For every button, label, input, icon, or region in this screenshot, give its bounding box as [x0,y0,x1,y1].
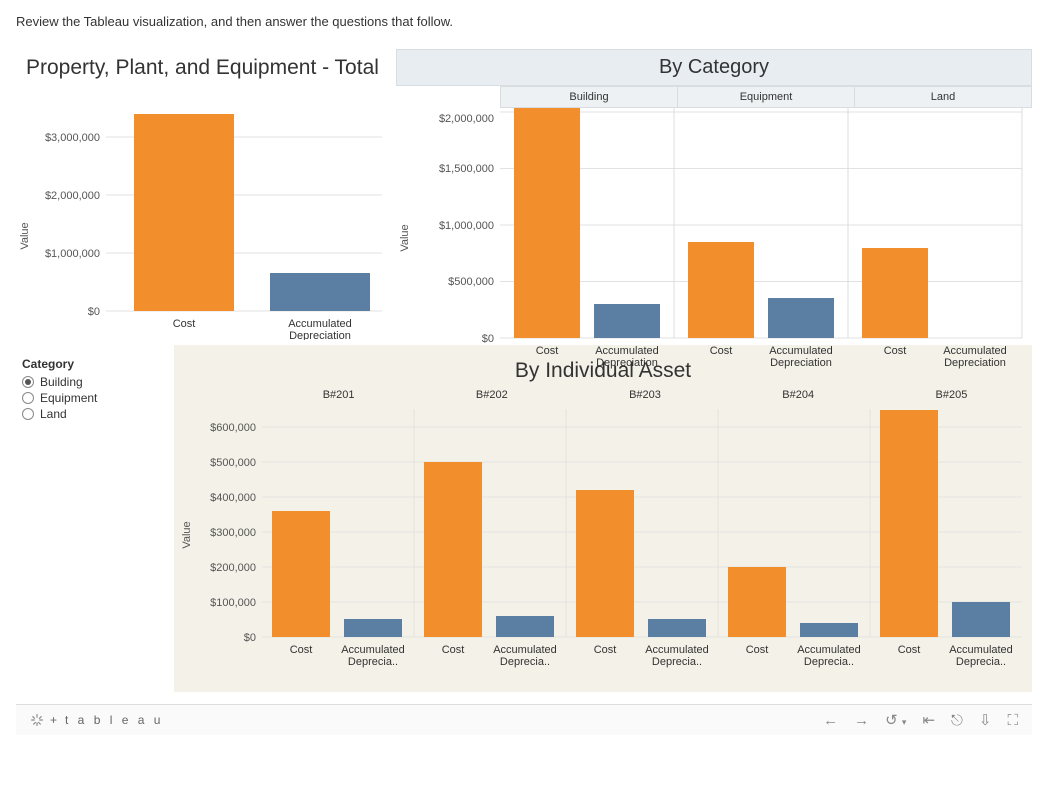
facet-equipment: Equipment [678,87,855,107]
svg-text:Accumulated: Accumulated [493,644,557,656]
bar-equipment-cost[interactable] [688,242,754,338]
svg-text:Depreciation: Depreciation [770,357,832,369]
svg-text:$3,000,000: $3,000,000 [45,132,100,144]
svg-text:$300,000: $300,000 [210,527,256,539]
bar-equipment-dep[interactable] [768,298,834,338]
svg-text:$2,000,000: $2,000,000 [45,190,100,202]
svg-text:Accumulated: Accumulated [288,318,352,330]
svg-text:$1,500,000: $1,500,000 [439,163,494,175]
bar-total-depreciation[interactable] [270,273,370,311]
revert-icon[interactable]: ↺ ▾ [885,711,906,729]
svg-text:Cost: Cost [290,644,313,656]
first-icon[interactable]: ⇤ [922,711,935,729]
bar-land-cost[interactable] [862,248,928,338]
svg-text:$600,000: $600,000 [210,422,256,434]
svg-text:Cost: Cost [898,644,921,656]
svg-text:Depreciation: Depreciation [944,357,1006,369]
svg-text:Accumulated: Accumulated [645,644,709,656]
svg-text:Cost: Cost [173,318,196,330]
svg-text:Accumulated: Accumulated [769,345,833,357]
svg-text:Deprecia..: Deprecia.. [956,656,1006,668]
svg-text:Accumulated: Accumulated [797,644,861,656]
tableau-logo[interactable]: +t a b l e a u [30,713,163,727]
chart-asset[interactable]: Value $0 $100,000 $200,000 $300,000 $400… [178,405,1030,687]
svg-text:Cost: Cost [442,644,465,656]
bar-building-dep[interactable] [594,304,660,338]
facet-building: Building [501,87,678,107]
radio-icon [22,408,34,420]
bar-b205-dep[interactable] [952,602,1010,637]
y-axis-label: Value [19,223,31,250]
facet-b203: B#203 [568,385,721,405]
svg-text:Deprecia..: Deprecia.. [348,656,398,668]
tableau-dashboard: Property, Plant, and Equipment - Total V… [0,37,1048,735]
bar-b202-cost[interactable] [424,462,482,637]
svg-text:$0: $0 [88,306,100,318]
facet-b201: B#201 [262,385,415,405]
undo-icon[interactable]: ← [823,712,838,729]
redo-icon[interactable]: → [854,712,869,729]
svg-text:Deprecia..: Deprecia.. [652,656,702,668]
bar-building-cost[interactable] [514,108,580,338]
svg-text:$1,000,000: $1,000,000 [45,248,100,260]
svg-text:$1,000,000: $1,000,000 [439,220,494,232]
svg-text:$100,000: $100,000 [210,597,256,609]
svg-text:Deprecia..: Deprecia.. [804,656,854,668]
instruction-text: Review the Tableau visualization, and th… [0,0,1048,37]
chart-category-title: By Category [396,49,1032,86]
facet-b205: B#205 [875,385,1028,405]
y-axis-label: Value [399,224,411,251]
bar-b203-cost[interactable] [576,490,634,637]
brand-text: t a b l e a u [65,713,163,727]
facet-land: Land [855,87,1031,107]
radio-icon [22,376,34,388]
svg-text:Cost: Cost [746,644,769,656]
svg-text:Cost: Cost [594,644,617,656]
svg-text:$200,000: $200,000 [210,562,256,574]
facet-b202: B#202 [415,385,568,405]
y-axis-label: Value [181,522,193,549]
bar-b204-dep[interactable] [800,623,858,637]
svg-text:Accumulated: Accumulated [949,644,1013,656]
svg-text:$0: $0 [244,632,256,644]
svg-text:$2,000,000: $2,000,000 [439,113,494,125]
svg-text:Cost: Cost [884,345,907,357]
svg-text:Depreciation: Depreciation [289,330,351,340]
chart-category[interactable]: Value $0 $500,000 $1,000,000 $1,500,000 … [396,108,1026,378]
radio-label: Equipment [40,391,97,405]
chart-total[interactable]: Value $0 $1,000,000 $2,000,000 $3,000,00… [16,86,388,340]
svg-text:$0: $0 [482,333,494,345]
radio-label: Building [40,375,83,389]
svg-text:$500,000: $500,000 [210,457,256,469]
bar-b201-dep[interactable] [344,619,402,637]
bar-b202-dep[interactable] [496,616,554,637]
radio-label: Land [40,407,67,421]
download-icon[interactable]: ⇩ [979,711,992,729]
chart-total-title: Property, Plant, and Equipment - Total [16,49,388,86]
bar-b205-cost[interactable] [880,410,938,637]
svg-text:Cost: Cost [710,345,733,357]
bar-total-cost[interactable] [134,114,234,311]
svg-text:Accumulated: Accumulated [595,345,659,357]
fullscreen-icon[interactable]: ⛶ [1007,712,1018,729]
share-icon[interactable]: ⎋ [951,712,963,729]
bar-b201-cost[interactable] [272,511,330,637]
svg-text:Cost: Cost [536,345,559,357]
svg-text:Accumulated: Accumulated [943,345,1007,357]
facet-b204: B#204 [722,385,875,405]
svg-text:$400,000: $400,000 [210,492,256,504]
tableau-logo-icon [30,713,44,727]
tableau-toolbar: +t a b l e a u ← → ↺ ▾ ⇤ ⎋ ⇩ ⛶ [16,704,1032,735]
svg-text:$500,000: $500,000 [448,276,494,288]
bar-b204-cost[interactable] [728,567,786,637]
filter-title: Category [22,357,382,371]
radio-icon [22,392,34,404]
bar-b203-dep[interactable] [648,619,706,637]
svg-text:Deprecia..: Deprecia.. [500,656,550,668]
svg-text:Accumulated: Accumulated [341,644,405,656]
